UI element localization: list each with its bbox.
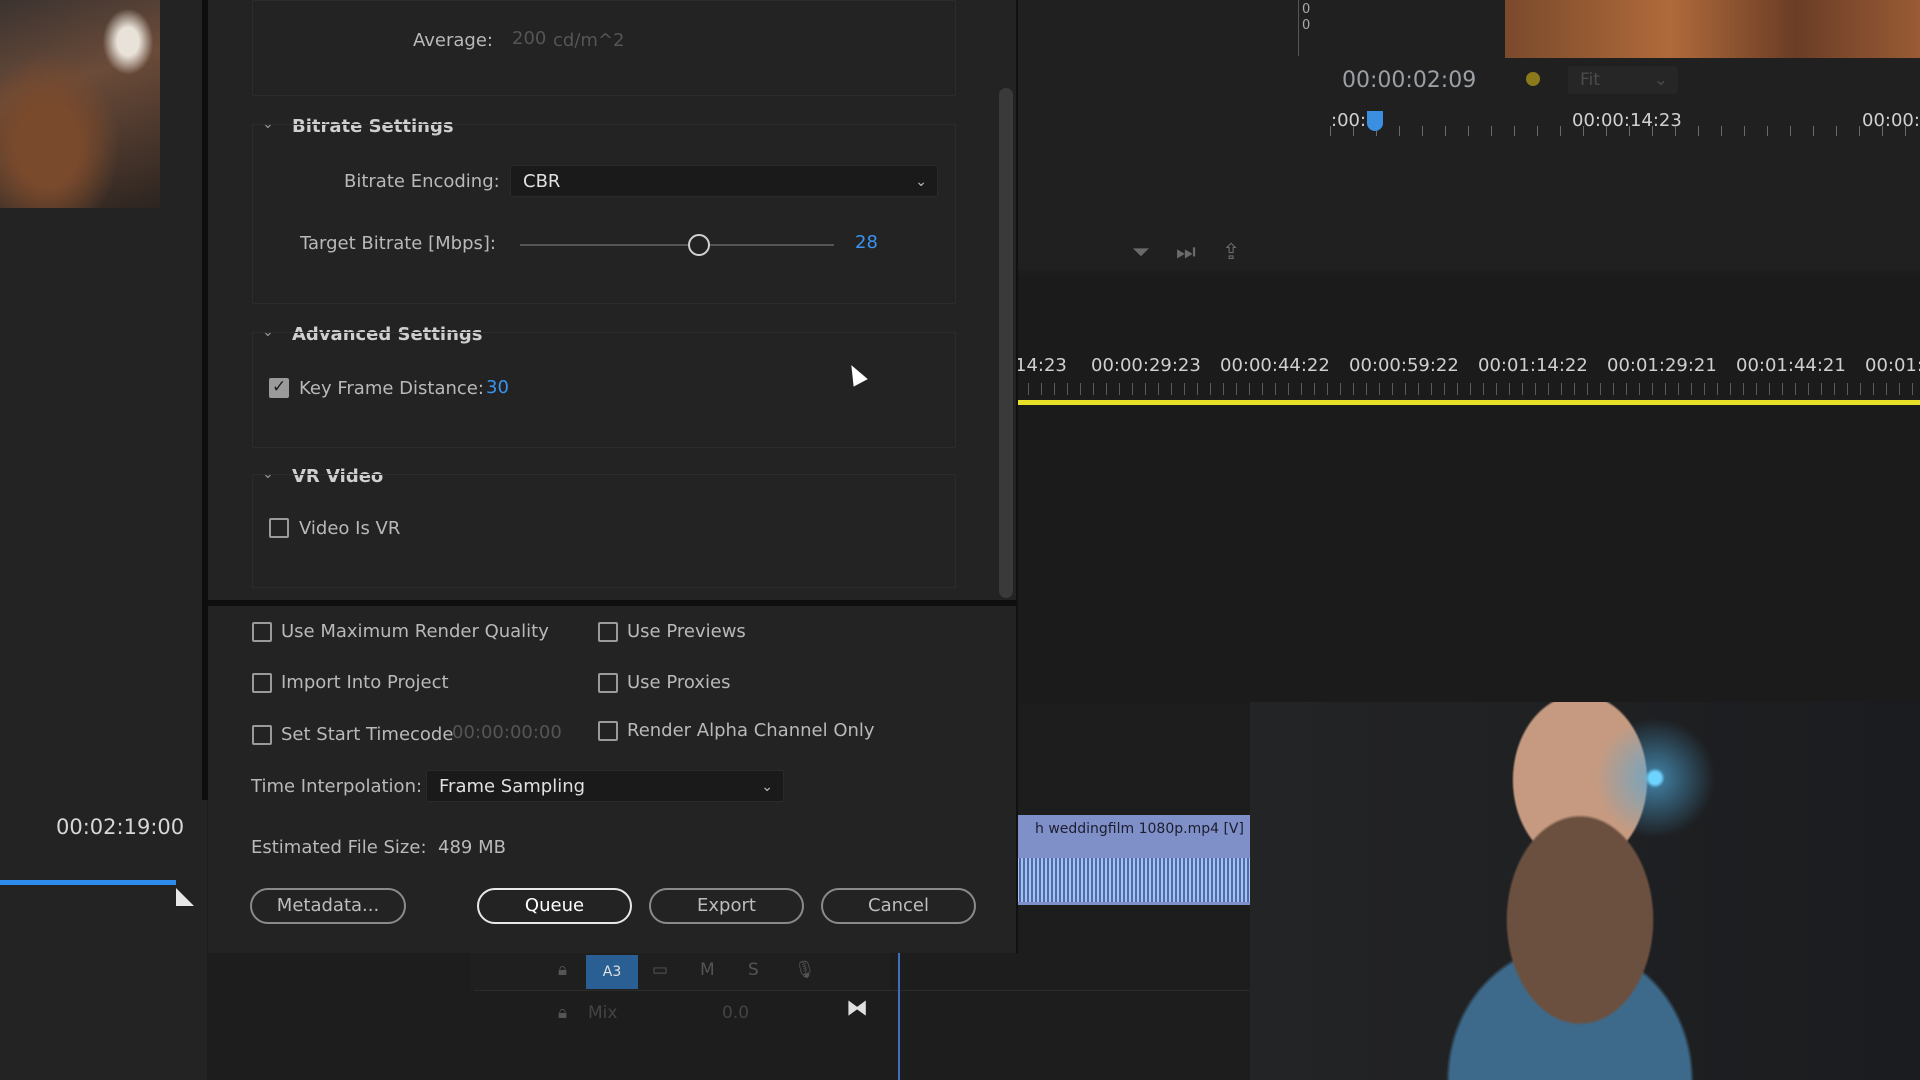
- use-proxies-label: Use Proxies: [627, 672, 731, 693]
- key-frame-checkbox[interactable]: [269, 377, 289, 398]
- ruler-label: 14:23: [1015, 355, 1067, 376]
- out-point-marker-icon[interactable]: [176, 888, 194, 906]
- file-size-value: 489 MB: [438, 837, 506, 858]
- source-progress-bar[interactable]: [0, 880, 176, 885]
- bowtie-icon[interactable]: ⧓: [846, 996, 868, 1021]
- chevron-down-icon: ⌄: [761, 779, 773, 795]
- microphone-icon[interactable]: 🎙︎: [794, 960, 816, 980]
- program-ruler-ticks: [1330, 126, 1920, 136]
- import-project-label: Import Into Project: [281, 672, 449, 693]
- mute-button[interactable]: M: [700, 960, 715, 980]
- lock-icon[interactable]: 🔒︎: [558, 960, 567, 980]
- render-alpha-label: Render Alpha Channel Only: [627, 720, 875, 741]
- ruler-label: 00:00:44:22: [1220, 355, 1330, 376]
- queue-button[interactable]: Queue: [477, 888, 632, 924]
- ruler-label: 00:00:29:23: [1091, 355, 1201, 376]
- export-button[interactable]: Export: [649, 888, 804, 924]
- program-timecode[interactable]: 00:00:02:09: [1342, 68, 1476, 93]
- key-frame-value[interactable]: 30: [486, 377, 509, 398]
- dialog-divider: [208, 600, 1016, 606]
- key-frame-label: Key Frame Distance:: [299, 378, 484, 399]
- chevron-down-icon: ⌄: [915, 174, 927, 190]
- slider-thumb[interactable]: [687, 234, 710, 256]
- zoom-fit-select[interactable]: Fit ⌄: [1568, 66, 1678, 94]
- bitrate-encoding-dropdown[interactable]: CBR ⌄: [510, 165, 938, 197]
- start-timecode-checkbox[interactable]: [252, 725, 272, 745]
- time-interpolation-dropdown[interactable]: Frame Sampling ⌄: [426, 770, 784, 802]
- render-alpha-checkbox[interactable]: [598, 721, 618, 741]
- audio-waveform: [1017, 858, 1250, 902]
- import-project-checkbox[interactable]: [252, 673, 272, 693]
- work-area-bar[interactable]: [1015, 400, 1920, 405]
- time-interpolation-value: Frame Sampling: [439, 776, 586, 797]
- track-output-icon[interactable]: ▭: [652, 960, 668, 980]
- ruler-label: 00:01:: [1865, 355, 1920, 376]
- status-dot-icon: [1526, 72, 1540, 86]
- export-frame-icon[interactable]: ⇪: [1222, 240, 1240, 265]
- max-render-label: Use Maximum Render Quality: [281, 621, 549, 642]
- time-interpolation-label: Time Interpolation:: [251, 776, 423, 797]
- meter-label: 0: [1302, 18, 1311, 33]
- timeline-panel: [1014, 275, 1920, 705]
- ruler-label: 00:01:29:21: [1607, 355, 1717, 376]
- source-thumbnail: [0, 0, 160, 208]
- ruler-label: 00:00:59:22: [1349, 355, 1459, 376]
- start-timecode-label: Set Start Timecode: [281, 724, 454, 745]
- source-timecode: 00:02:19:00: [56, 815, 185, 839]
- use-proxies-checkbox[interactable]: [598, 673, 618, 693]
- fit-select-value: Fit: [1580, 70, 1600, 90]
- settings-scrollbar[interactable]: [999, 88, 1013, 598]
- presenter-webcam-video: [1250, 702, 1920, 1080]
- use-previews-label: Use Previews: [627, 621, 746, 642]
- clip-label: h weddingfilm 1080p.mp4 [V]: [1035, 821, 1244, 837]
- file-size-label: Estimated File Size:: [251, 837, 427, 858]
- step-forward-icon[interactable]: ⏭: [1176, 240, 1196, 265]
- mix-label: Mix: [588, 1003, 618, 1023]
- target-bitrate-value[interactable]: 28: [855, 232, 878, 253]
- track-target-a3[interactable]: A3: [586, 955, 638, 989]
- playhead-icon[interactable]: [1367, 111, 1383, 131]
- lock-icon[interactable]: 🔒︎: [558, 1003, 567, 1023]
- timeline-playhead-line: [898, 950, 900, 1080]
- program-video-frame: [1505, 0, 1920, 58]
- ruler-label: 00:01:14:22: [1478, 355, 1588, 376]
- ruler-label: 00:01:44:21: [1736, 355, 1846, 376]
- mix-value[interactable]: 0.0: [722, 1003, 749, 1023]
- cancel-button[interactable]: Cancel: [821, 888, 976, 924]
- filter-icon[interactable]: ⏷: [1132, 240, 1150, 265]
- metadata-button[interactable]: Metadata...: [250, 888, 406, 924]
- bitrate-encoding-value: CBR: [523, 171, 561, 192]
- start-timecode-value[interactable]: 00:00:00:00: [452, 722, 562, 743]
- bitrate-group-box: [252, 124, 956, 304]
- video-is-vr-label: Video Is VR: [299, 518, 401, 539]
- solo-button[interactable]: S: [748, 960, 759, 980]
- max-render-checkbox[interactable]: [252, 622, 272, 642]
- average-unit: cd/m^2: [553, 30, 625, 51]
- audio-track-header: [470, 952, 890, 990]
- bitrate-encoding-label: Bitrate Encoding:: [344, 171, 500, 192]
- target-bitrate-slider[interactable]: [520, 244, 834, 246]
- target-bitrate-label: Target Bitrate [Mbps]:: [300, 233, 496, 254]
- average-label: Average:: [413, 30, 493, 51]
- use-previews-checkbox[interactable]: [598, 622, 618, 642]
- ruler-ticks: [1015, 383, 1920, 395]
- average-value: 200: [512, 28, 547, 49]
- meter-label: 0: [1302, 2, 1311, 17]
- video-is-vr-checkbox[interactable]: [269, 518, 289, 538]
- timeline-ruler[interactable]: 14:23 00:00:29:23 00:00:44:22 00:00:59:2…: [1015, 355, 1920, 385]
